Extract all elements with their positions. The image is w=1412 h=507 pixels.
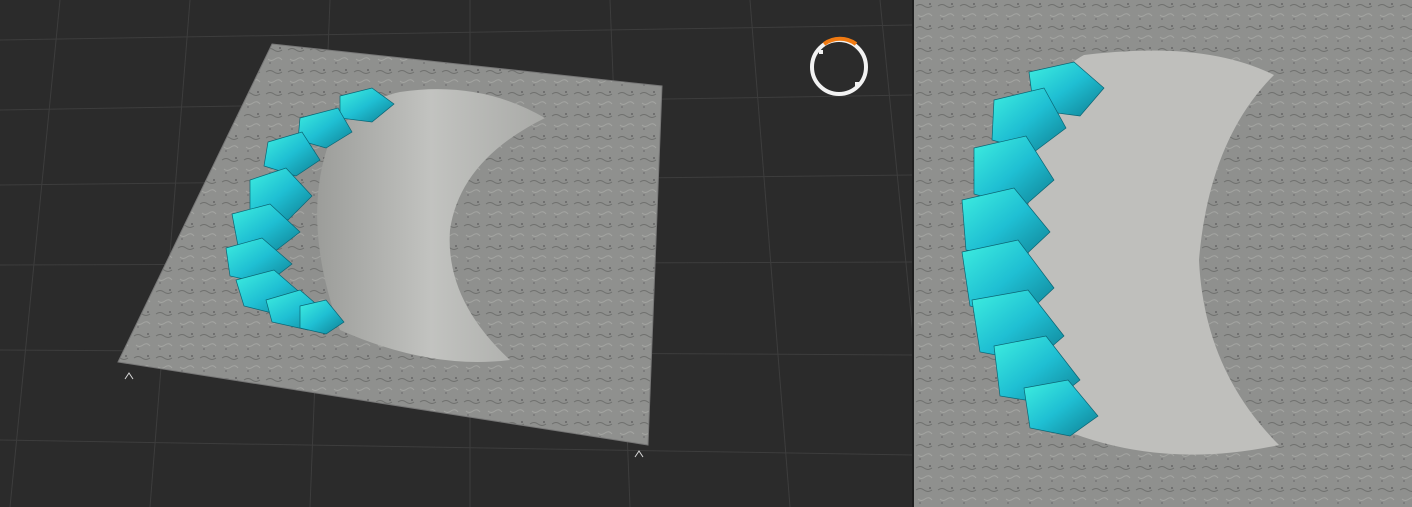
orbit-compass-icon[interactable] xyxy=(806,34,872,100)
corner-marker-icon xyxy=(124,372,134,380)
top-preview-panel[interactable] xyxy=(914,0,1412,507)
editor-app xyxy=(0,0,1412,507)
corner-marker-icon xyxy=(634,450,644,458)
perspective-viewport[interactable] xyxy=(0,0,912,507)
top-preview-canvas xyxy=(914,0,1412,507)
viewport-canvas[interactable] xyxy=(0,0,912,507)
